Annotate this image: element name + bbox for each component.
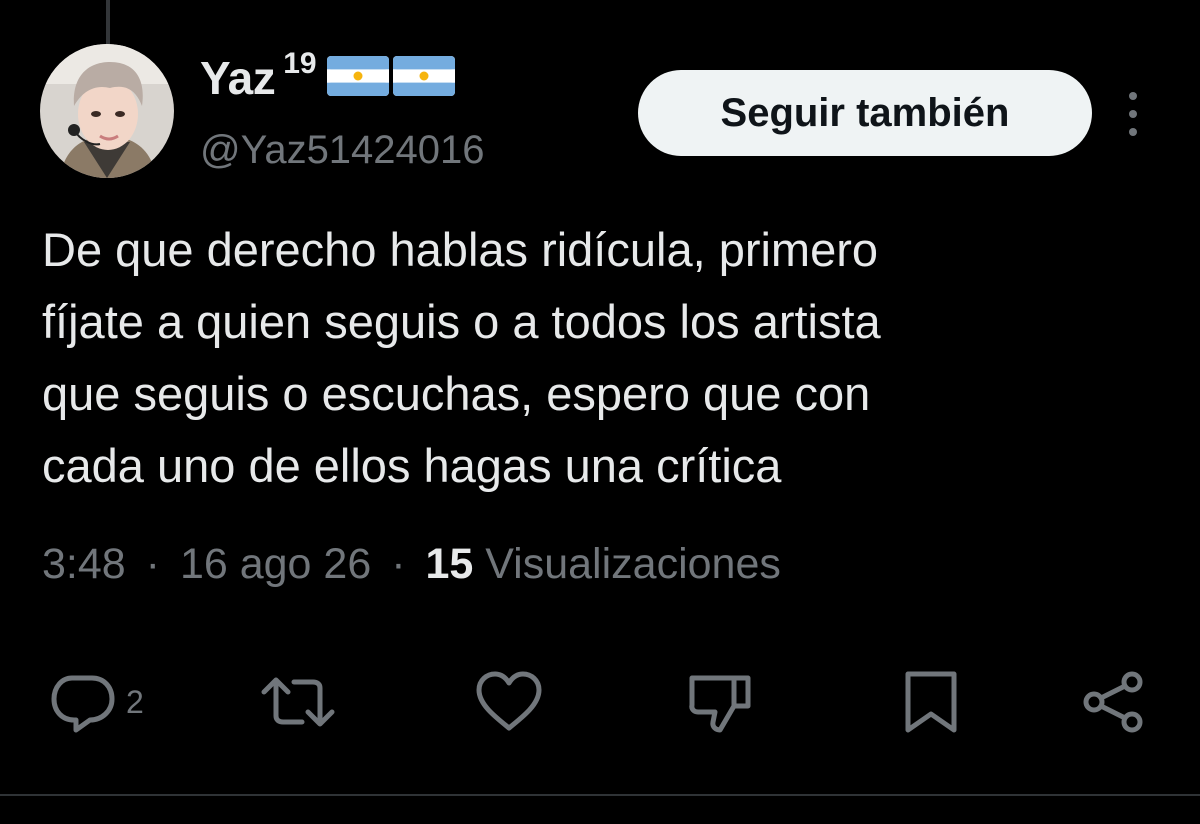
share-icon <box>1083 671 1143 733</box>
dislike-button[interactable] <box>686 670 756 734</box>
tweet-metadata: 3:48 · 16 ago 26 · 15 Visualizaciones <box>42 540 781 589</box>
reply-icon <box>51 675 115 733</box>
reply-count: 2 <box>126 683 144 720</box>
heart-icon <box>476 671 542 731</box>
thumbs-down-icon <box>689 675 751 733</box>
display-name[interactable]: Yaz <box>200 51 276 105</box>
author-handle[interactable]: @Yaz51424016 <box>200 128 485 173</box>
tweet-text: De que derecho hablas ridícula, primero … <box>42 214 1172 502</box>
name-suffix: 19 <box>283 47 317 80</box>
thread-connector-line <box>106 0 110 44</box>
tweet-time[interactable]: 3:48 <box>42 540 126 588</box>
like-button[interactable] <box>474 670 544 734</box>
views-count[interactable]: 15 <box>425 540 473 588</box>
tweet-date[interactable]: 16 ago 26 <box>180 540 371 588</box>
avatar[interactable] <box>40 44 174 178</box>
avatar-image <box>40 44 174 178</box>
tweet-text-line: De que derecho hablas ridícula, primero <box>42 223 879 276</box>
follow-button[interactable]: Seguir también <box>638 70 1092 156</box>
retweet-button[interactable] <box>256 670 340 734</box>
retweet-icon <box>261 677 335 727</box>
meta-separator: · <box>145 540 160 588</box>
bookmark-icon <box>905 671 957 733</box>
reply-button[interactable]: 2 <box>50 670 144 734</box>
meta-separator: · <box>391 540 406 588</box>
tweet-text-line: cada uno de ellos hagas una crítica <box>42 439 782 492</box>
bookmark-button[interactable] <box>902 670 960 734</box>
argentina-flag-icon <box>392 56 455 96</box>
tweet-text-line: que seguis o escuchas, espero que con <box>42 367 871 420</box>
tweet-text-line: fíjate a quien seguis o a todos los arti… <box>42 295 881 348</box>
share-button[interactable] <box>1080 670 1148 734</box>
more-options-icon[interactable] <box>1120 92 1146 136</box>
divider <box>0 794 1200 796</box>
views-label[interactable]: Visualizaciones <box>485 540 781 588</box>
author-name-row[interactable]: Yaz 19 <box>200 47 455 106</box>
argentina-flag-icon <box>326 56 389 96</box>
